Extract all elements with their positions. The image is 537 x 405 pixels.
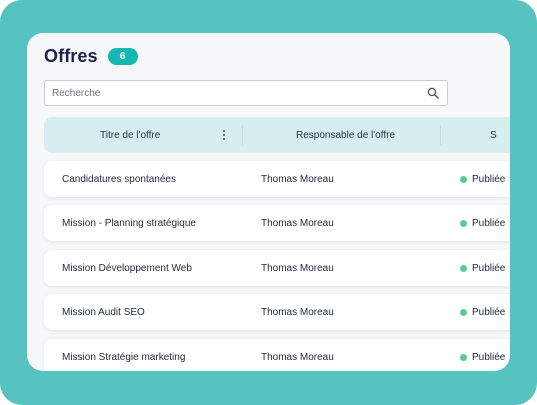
status-dot-icon: [460, 353, 467, 361]
offer-responsable: Thomas Moreau: [261, 306, 334, 318]
offer-title: Mission Stratégie marketing: [62, 351, 186, 363]
offers-panel: Offres 6 Titre de l'offre Responsable de…: [27, 33, 510, 371]
offer-title: Mission Développement Web: [62, 262, 192, 274]
column-header-status[interactable]: S: [490, 117, 497, 153]
column-menu-icon[interactable]: [221, 130, 227, 140]
table-row[interactable]: Mission Audit SEO Thomas Moreau Publiée: [44, 294, 510, 330]
column-divider[interactable]: [242, 125, 243, 145]
search-icon[interactable]: [427, 87, 439, 99]
status-badge: Publiée: [460, 161, 505, 197]
status-label: Publiée: [472, 217, 506, 229]
table-header: Titre de l'offre Responsable de l'offre …: [44, 117, 510, 153]
status-label: Publiée: [472, 306, 506, 318]
search-input[interactable]: [45, 86, 424, 100]
status-badge: Publiée: [460, 250, 505, 286]
status-label: Publiée: [472, 351, 506, 363]
table-row[interactable]: Candidatures spontanées Thomas Moreau Pu…: [44, 161, 510, 197]
offer-responsable: Thomas Moreau: [261, 262, 334, 274]
status-badge: Publiée: [460, 205, 505, 241]
column-header-responsable[interactable]: Responsable de l'offre: [296, 117, 395, 153]
table-row[interactable]: Mission Développement Web Thomas Moreau …: [44, 250, 510, 286]
column-header-title[interactable]: Titre de l'offre: [100, 117, 160, 153]
status-badge: Publiée: [460, 294, 505, 330]
offer-responsable: Thomas Moreau: [261, 173, 334, 185]
status-dot-icon: [460, 264, 467, 272]
offer-title: Mission - Planning stratégique: [62, 217, 196, 229]
offer-responsable: Thomas Moreau: [261, 351, 334, 363]
offer-title: Candidatures spontanées: [62, 173, 176, 185]
title-row: Offres 6: [44, 46, 138, 67]
outer-frame: Offres 6 Titre de l'offre Responsable de…: [0, 0, 537, 405]
status-dot-icon: [460, 308, 467, 316]
offer-responsable: Thomas Moreau: [261, 217, 334, 229]
status-label: Publiée: [472, 173, 506, 185]
page-title: Offres: [44, 46, 98, 66]
table-row[interactable]: Mission - Planning stratégique Thomas Mo…: [44, 205, 510, 241]
status-dot-icon: [460, 175, 467, 183]
status-badge: Publiée: [460, 339, 505, 371]
offer-count-badge: 6: [107, 48, 138, 65]
status-label: Publiée: [472, 262, 506, 274]
offer-title: Mission Audit SEO: [62, 306, 145, 318]
search-bar[interactable]: [44, 80, 448, 106]
column-divider[interactable]: [440, 125, 441, 145]
status-dot-icon: [460, 219, 467, 227]
table-row[interactable]: Mission Stratégie marketing Thomas Morea…: [44, 339, 510, 371]
